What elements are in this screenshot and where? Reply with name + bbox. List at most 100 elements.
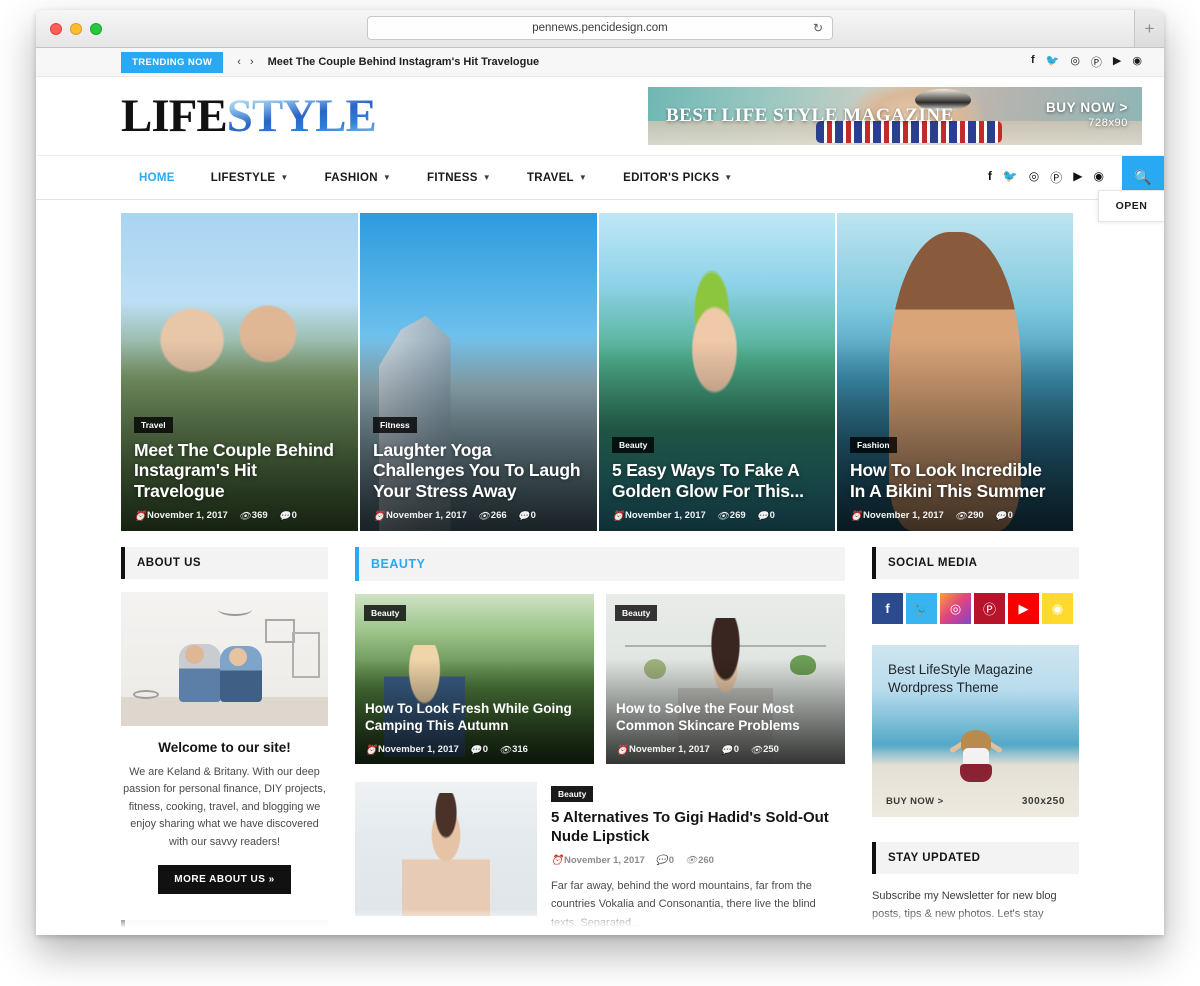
chevron-left-icon[interactable]: ‹ (237, 56, 241, 68)
post-date-text: November 1, 2017 (625, 510, 706, 521)
view-count: 👁 250 (750, 744, 779, 756)
category-badge[interactable]: Fitness (373, 416, 417, 433)
instagram-icon[interactable]: ◎ (1029, 169, 1039, 186)
chevron-right-icon[interactable]: › (250, 56, 254, 68)
rss-icon: ◉ (1051, 600, 1064, 616)
open-side-tab[interactable]: OPEN (1098, 190, 1164, 222)
category-badge[interactable]: Travel (134, 416, 173, 433)
about-lamp-decor (218, 603, 253, 616)
hero-meta: ⏰ November 1, 2017 👁 369 💬 0 (134, 510, 345, 522)
maximize-window-button[interactable] (90, 22, 102, 35)
youtube-icon[interactable]: ▶ (1113, 54, 1121, 70)
nav-item-lifestyle[interactable]: LIFESTYLE ▼ (193, 156, 307, 199)
nav-item-home[interactable]: HOME (121, 156, 193, 199)
article-card[interactable]: Beauty How to Solve the Four Most Common… (606, 594, 845, 764)
article-title[interactable]: 5 Alternatives To Gigi Hadid's Sold-Out … (551, 809, 845, 847)
twitter-icon[interactable]: 🐦 (1046, 54, 1060, 70)
hero-slide[interactable]: Beauty 5 Easy Ways To Fake A Golden Glow… (599, 213, 835, 531)
article-card[interactable]: Beauty How To Look Fresh While Going Cam… (355, 594, 594, 764)
post-date: ⏰ November 1, 2017 (612, 510, 706, 522)
social-media-widget-heading: SOCIAL MEDIA (872, 547, 1079, 579)
article-thumbnail-lipstick[interactable] (355, 782, 537, 916)
eye-icon: 👁 (716, 510, 729, 522)
header-ad-cta[interactable]: BUY NOW > 728x90 (1046, 100, 1128, 129)
view-count-text: 266 (490, 510, 507, 521)
card-title[interactable]: How to Solve the Four Most Common Skinca… (616, 701, 835, 735)
nav-label-home: HOME (139, 171, 175, 184)
trending-headline-link[interactable]: Meet The Couple Behind Instagram's Hit T… (268, 56, 540, 68)
nav-social-links[interactable]: f 🐦 ◎ Ⓟ ▶ ◉ (988, 169, 1104, 186)
card-badge-wrap: Beauty (615, 603, 658, 628)
nav-item-fitness[interactable]: FITNESS ▼ (409, 156, 509, 199)
sidebar-ad-size-label: 300x250 (1021, 796, 1065, 807)
post-date-text: November 1, 2017 (147, 510, 228, 521)
trending-nav-arrows[interactable]: ‹ › (237, 56, 253, 68)
minimize-window-button[interactable] (70, 22, 82, 35)
youtube-icon: ▶ (1018, 600, 1029, 616)
view-count: 👁 269 (716, 510, 746, 522)
view-count-text: 290 (967, 510, 984, 521)
hero-title[interactable]: Laughter Yoga Challenges You To Laugh Yo… (373, 440, 584, 501)
chevron-down-icon: ▼ (382, 173, 392, 182)
trending-bar: TRENDING NOW ‹ › Meet The Couple Behind … (36, 48, 1164, 77)
comment-count: 💬 0 (470, 744, 488, 756)
category-badge[interactable]: Beauty (612, 437, 655, 454)
post-date-text: November 1, 2017 (629, 744, 710, 755)
rss-button[interactable]: ◉ (1042, 593, 1073, 624)
youtube-icon[interactable]: ▶ (1073, 169, 1082, 186)
chevron-down-icon: ▼ (724, 173, 733, 182)
comment-icon: 💬 (517, 510, 530, 522)
facebook-icon[interactable]: f (1031, 54, 1035, 70)
comment-count: 💬 0 (656, 855, 674, 867)
twitter-icon[interactable]: 🐦 (1003, 169, 1018, 186)
comment-count: 💬 0 (279, 510, 297, 522)
card-title[interactable]: How To Look Fresh While Going Camping Th… (365, 701, 584, 735)
sidebar-ad-buy-label[interactable]: BUY NOW > (886, 796, 944, 807)
window-traffic-lights[interactable] (50, 22, 102, 35)
facebook-button[interactable]: f (872, 593, 903, 624)
nav-label-lifestyle: LIFESTYLE (210, 171, 276, 184)
reload-icon[interactable]: ↻ (813, 21, 823, 35)
post-date-text: November 1, 2017 (378, 744, 459, 755)
nav-item-fashion[interactable]: FASHION ▼ (307, 156, 409, 199)
category-badge[interactable]: Fashion (850, 437, 897, 454)
instagram-icon[interactable]: ◎ (1070, 54, 1080, 70)
hero-slide[interactable]: Travel Meet The Couple Behind Instagram'… (121, 213, 358, 531)
nav-item-editors-picks[interactable]: EDITOR'S PICKS ▼ (605, 156, 750, 199)
nav-label-fashion: FASHION (324, 171, 378, 184)
sidebar-ad[interactable]: Best LifeStyle Magazine Wordpress Theme … (872, 645, 1079, 817)
article-excerpt: Far far away, behind the word mountains,… (551, 879, 816, 929)
site-logo[interactable]: LIFE STYLE (121, 92, 377, 140)
close-window-button[interactable] (50, 22, 62, 35)
topbar-social-links[interactable]: f 🐦 ◎ Ⓟ ▶ ◉ (1031, 54, 1142, 70)
view-count-text: 316 (512, 744, 528, 755)
instagram-icon: ◎ (949, 600, 962, 616)
hero-title[interactable]: Meet The Couple Behind Instagram's Hit T… (134, 440, 345, 501)
rss-icon[interactable]: ◉ (1132, 54, 1142, 70)
post-date-text: November 1, 2017 (564, 854, 645, 866)
rss-icon[interactable]: ◉ (1094, 169, 1104, 186)
address-bar[interactable]: pennews.pencidesign.com ↻ (367, 16, 833, 40)
nav-item-travel[interactable]: TRAVEL ▼ (509, 156, 605, 199)
category-badge[interactable]: Beauty (551, 786, 594, 802)
header-banner-ad[interactable]: BEST LIFE STYLE MAGAZINE BUY NOW > 728x9… (648, 87, 1142, 145)
more-about-us-button[interactable]: MORE ABOUT US » (158, 865, 291, 895)
about-us-text: We are Keland & Britany. With our deep p… (123, 766, 326, 848)
pinterest-icon[interactable]: Ⓟ (1091, 54, 1102, 70)
new-tab-button[interactable]: + (1134, 10, 1164, 47)
hero-title[interactable]: How To Look Incredible In A Bikini This … (850, 460, 1060, 501)
twitter-button[interactable]: 🐦 (906, 593, 937, 624)
hero-slide[interactable]: Fashion How To Look Incredible In A Biki… (837, 213, 1073, 531)
hero-slide[interactable]: Fitness Laughter Yoga Challenges You To … (360, 213, 597, 531)
hero-title[interactable]: 5 Easy Ways To Fake A Golden Glow For Th… (612, 460, 822, 501)
pinterest-icon[interactable]: Ⓟ (1050, 169, 1062, 186)
pinterest-button[interactable]: Ⓟ (974, 593, 1005, 624)
category-badge[interactable]: Beauty (615, 605, 658, 621)
youtube-button[interactable]: ▶ (1008, 593, 1039, 624)
facebook-icon[interactable]: f (988, 169, 992, 186)
card-caption: How to Solve the Four Most Common Skinca… (616, 701, 835, 755)
article-list-item[interactable]: Beauty 5 Alternatives To Gigi Hadid's So… (355, 782, 845, 935)
clock-icon: ⏰ (612, 510, 624, 522)
instagram-button[interactable]: ◎ (940, 593, 971, 624)
category-badge[interactable]: Beauty (364, 605, 407, 621)
